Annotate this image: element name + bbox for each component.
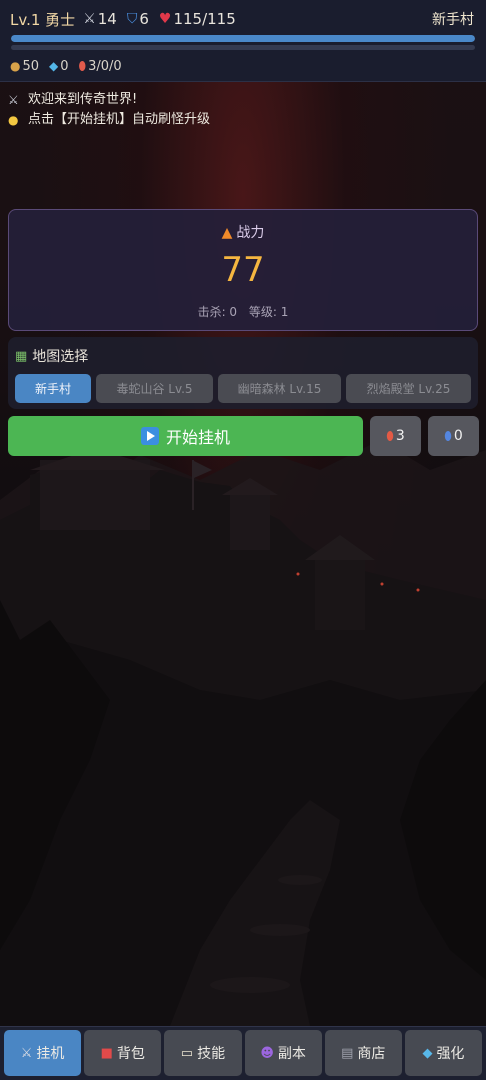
combat-power-card: ▲ 战力 77 击杀: 0 等级: 1: [8, 209, 478, 331]
map-tab-novice-village[interactable]: 新手村: [15, 374, 91, 403]
nav-label: 副本: [277, 1046, 306, 1062]
hp-potion-button[interactable]: ⬮ 3: [370, 416, 421, 456]
nav-dungeon[interactable]: ☻ 副本: [244, 1030, 322, 1076]
pill-icon: ⬮: [444, 428, 452, 443]
nav-label: 商店: [357, 1046, 386, 1062]
map-tab-flame-hall[interactable]: 烈焰殿堂 Lv.25: [346, 374, 471, 403]
gold-resource: ● 50: [10, 59, 39, 74]
nav-skills[interactable]: ▭ 技能: [164, 1030, 242, 1076]
player-level: Lv.1: [10, 10, 41, 29]
start-idle-label: 开始挂机: [165, 428, 230, 447]
log-line: ⚔ 欢迎来到传奇世界!: [8, 90, 210, 110]
exp-bar: [11, 45, 475, 50]
hp-bar: [11, 35, 475, 42]
book-icon: ▭: [180, 1045, 194, 1061]
power-details: 击杀: 0 等级: 1: [9, 303, 477, 320]
potion-resource: ⬮ 3/0/0: [79, 59, 122, 74]
shield-icon: ⛉: [126, 11, 138, 27]
pill-icon: ⬮: [386, 428, 394, 443]
map-selection-card: ▦ 地图选择 新手村 毒蛇山谷 Lv.5 幽暗森林 Lv.15 烈焰殿堂 Lv.2…: [8, 337, 478, 409]
hp-potion-count: 3: [395, 428, 405, 444]
mp-potion-count: 0: [453, 428, 463, 444]
attack-stat: ⚔ 14: [83, 10, 117, 28]
nav-label: 强化: [436, 1046, 465, 1062]
play-icon: [140, 427, 159, 445]
gem-icon: ◆: [422, 1045, 433, 1061]
current-location: 新手村: [432, 12, 474, 28]
kill-count: 击杀: 0: [197, 305, 238, 319]
hp-bar-fill: [11, 35, 475, 42]
attack-value: 14: [97, 10, 117, 28]
nav-label: 技能: [197, 1046, 226, 1062]
level-label: 等级: 1: [248, 305, 289, 319]
map-tab-dark-forest[interactable]: 幽暗森林 Lv.15: [218, 374, 341, 403]
map-tabs: 新手村 毒蛇山谷 Lv.5 幽暗森林 Lv.15 烈焰殿堂 Lv.25: [15, 374, 471, 403]
crossed-swords-icon: ⚔: [20, 1045, 33, 1061]
power-title-text: 战力: [236, 225, 265, 241]
power-value: 77: [221, 250, 265, 290]
gem-resource: ◆ 0: [49, 59, 69, 74]
map-title: ▦ 地图选择: [15, 346, 88, 366]
castle-landscape-illustration: [0, 440, 486, 1026]
message-log: ⚔ 欢迎来到传奇世界! ● 点击【开始挂机】自动刷怪升级: [8, 90, 210, 130]
log-text: 点击【开始挂机】自动刷怪升级: [28, 112, 211, 127]
player-title: 勇士: [45, 10, 76, 29]
gem-icon: ◆: [49, 59, 59, 73]
power-title: ▲ 战力: [9, 222, 477, 242]
pill-icon: ⬮: [78, 58, 87, 73]
mp-potion-button[interactable]: ⬮ 0: [428, 416, 479, 456]
background-scenery: [0, 0, 486, 1080]
bottom-navigation: ⚔ 挂机 ■ 背包 ▭ 技能 ☻ 副本 ▤ 商店 ◆ 强化: [0, 1026, 486, 1080]
lightbulb-icon: ●: [8, 113, 19, 127]
potion-value: 3/0/0: [88, 58, 122, 74]
nav-shop[interactable]: ▤ 商店: [324, 1030, 402, 1076]
devil-icon: ☻: [260, 1045, 274, 1061]
heart-icon: ♥: [158, 11, 172, 27]
resources-row: ● 50 ◆ 0 ⬮ 3/0/0: [10, 57, 132, 75]
nav-bag[interactable]: ■ 背包: [84, 1030, 162, 1076]
money-bag-icon: ●: [10, 59, 21, 73]
map-title-text: 地图选择: [32, 349, 89, 365]
gem-value: 0: [60, 58, 69, 74]
gold-value: 50: [22, 58, 40, 74]
crossed-swords-icon: ⚔: [83, 11, 96, 27]
crossed-swords-icon: ⚔: [8, 93, 19, 107]
hp-value: 115/115: [173, 10, 236, 28]
nav-label: 挂机: [36, 1046, 65, 1062]
start-idle-button[interactable]: 开始挂机: [8, 416, 363, 456]
nav-label: 背包: [116, 1046, 145, 1062]
log-line: ● 点击【开始挂机】自动刷怪升级: [8, 110, 210, 130]
defense-stat: ⛉ 6: [127, 10, 149, 28]
map-icon: ▦: [15, 348, 28, 364]
shop-cart-icon: ▤: [341, 1045, 354, 1061]
fire-icon: ▲: [221, 225, 233, 241]
nav-enhance[interactable]: ◆ 强化: [404, 1030, 483, 1076]
hp-stat: ♥ 115/115: [159, 10, 236, 28]
map-tab-snake-valley[interactable]: 毒蛇山谷 Lv.5: [96, 374, 213, 403]
defense-value: 6: [139, 10, 149, 28]
log-text: 欢迎来到传奇世界!: [28, 92, 138, 107]
player-level-title: Lv.1 勇士: [10, 9, 75, 30]
player-stats-row: Lv.1 勇士 ⚔ 14 ⛉ 6 ♥ 115/115 新手村: [10, 8, 474, 30]
status-header: Lv.1 勇士 ⚔ 14 ⛉ 6 ♥ 115/115 新手村 ● 50 ◆ 0 ⬮ 3/0/…: [0, 0, 486, 82]
nav-idle[interactable]: ⚔ 挂机: [4, 1030, 82, 1076]
bag-icon: ■: [100, 1045, 113, 1061]
